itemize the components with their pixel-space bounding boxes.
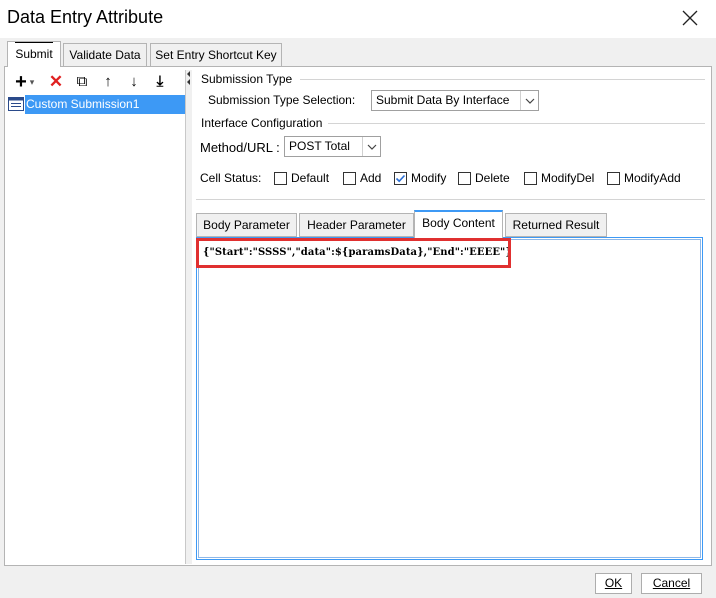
window-title: Data Entry Attribute	[7, 7, 164, 27]
checkmark-icon	[395, 174, 406, 183]
checkbox-add-label: Add	[360, 171, 382, 185]
tab-submit[interactable]: Submit	[7, 41, 61, 67]
checkbox-modify[interactable]	[394, 172, 407, 185]
checkbox-modify-label: Modify	[411, 171, 447, 185]
divider	[328, 123, 705, 124]
tab-validate-data[interactable]: Validate Data	[63, 43, 147, 67]
submission-type-select-value: Submit Data By Interface	[376, 93, 510, 107]
body-content-editor-inner	[198, 239, 701, 558]
close-icon[interactable]	[677, 5, 703, 31]
delete-icon[interactable]: ✕	[46, 72, 66, 92]
add-dropdown-icon[interactable]: ▾	[27, 72, 37, 92]
submission-item-icon	[8, 97, 24, 111]
copy-icon[interactable]: ⧉	[72, 72, 92, 92]
chevron-down-icon	[520, 91, 538, 110]
tab-submit-label: Submit	[15, 42, 53, 65]
submission-type-select[interactable]: Submit Data By Interface	[371, 90, 539, 111]
checkbox-modifyadd-label: ModifyAdd	[624, 171, 681, 185]
tab-returned-result[interactable]: Returned Result	[505, 213, 607, 237]
move-to-bottom-icon[interactable]: ⤓	[150, 72, 170, 92]
highlight-box	[196, 238, 511, 268]
tab-body-content[interactable]: Body Content	[414, 210, 503, 238]
submission-type-section-label: Submission Type	[201, 72, 293, 86]
tab-body-parameter[interactable]: Body Parameter	[196, 213, 297, 237]
divider	[196, 199, 705, 200]
divider	[300, 79, 705, 80]
ok-button[interactable]: OK	[595, 573, 632, 594]
checkbox-modifyadd[interactable]	[607, 172, 620, 185]
checkbox-default[interactable]	[274, 172, 287, 185]
submission-list-panel	[6, 70, 186, 564]
cancel-button[interactable]: Cancel	[641, 573, 702, 594]
checkbox-delete-label: Delete	[475, 171, 510, 185]
method-url-select[interactable]: POST Total	[284, 136, 381, 157]
move-up-icon[interactable]: ↑	[98, 72, 118, 92]
checkbox-modifydel[interactable]	[524, 172, 537, 185]
tab-set-entry-shortcut-key[interactable]: Set Entry Shortcut Key	[150, 43, 282, 67]
method-url-label: Method/URL :	[200, 140, 280, 155]
submission-type-selection-label: Submission Type Selection:	[208, 93, 356, 107]
tree-item-custom-submission1[interactable]: Custom Submission1	[25, 95, 185, 114]
panel-splitter[interactable]	[186, 70, 192, 564]
move-down-icon[interactable]: ↓	[124, 72, 144, 92]
cancel-button-label: Cancel	[652, 576, 691, 590]
checkbox-add[interactable]	[343, 172, 356, 185]
checkbox-modifydel-label: ModifyDel	[541, 171, 595, 185]
checkbox-delete[interactable]	[458, 172, 471, 185]
chevron-down-icon	[362, 137, 380, 156]
method-url-select-value: POST Total	[289, 139, 350, 153]
ok-button-label: OK	[604, 576, 623, 590]
tab-header-parameter[interactable]: Header Parameter	[299, 213, 414, 237]
cell-status-label: Cell Status:	[200, 171, 262, 185]
checkbox-default-label: Default	[291, 171, 330, 185]
interface-configuration-section-label: Interface Configuration	[201, 116, 323, 130]
